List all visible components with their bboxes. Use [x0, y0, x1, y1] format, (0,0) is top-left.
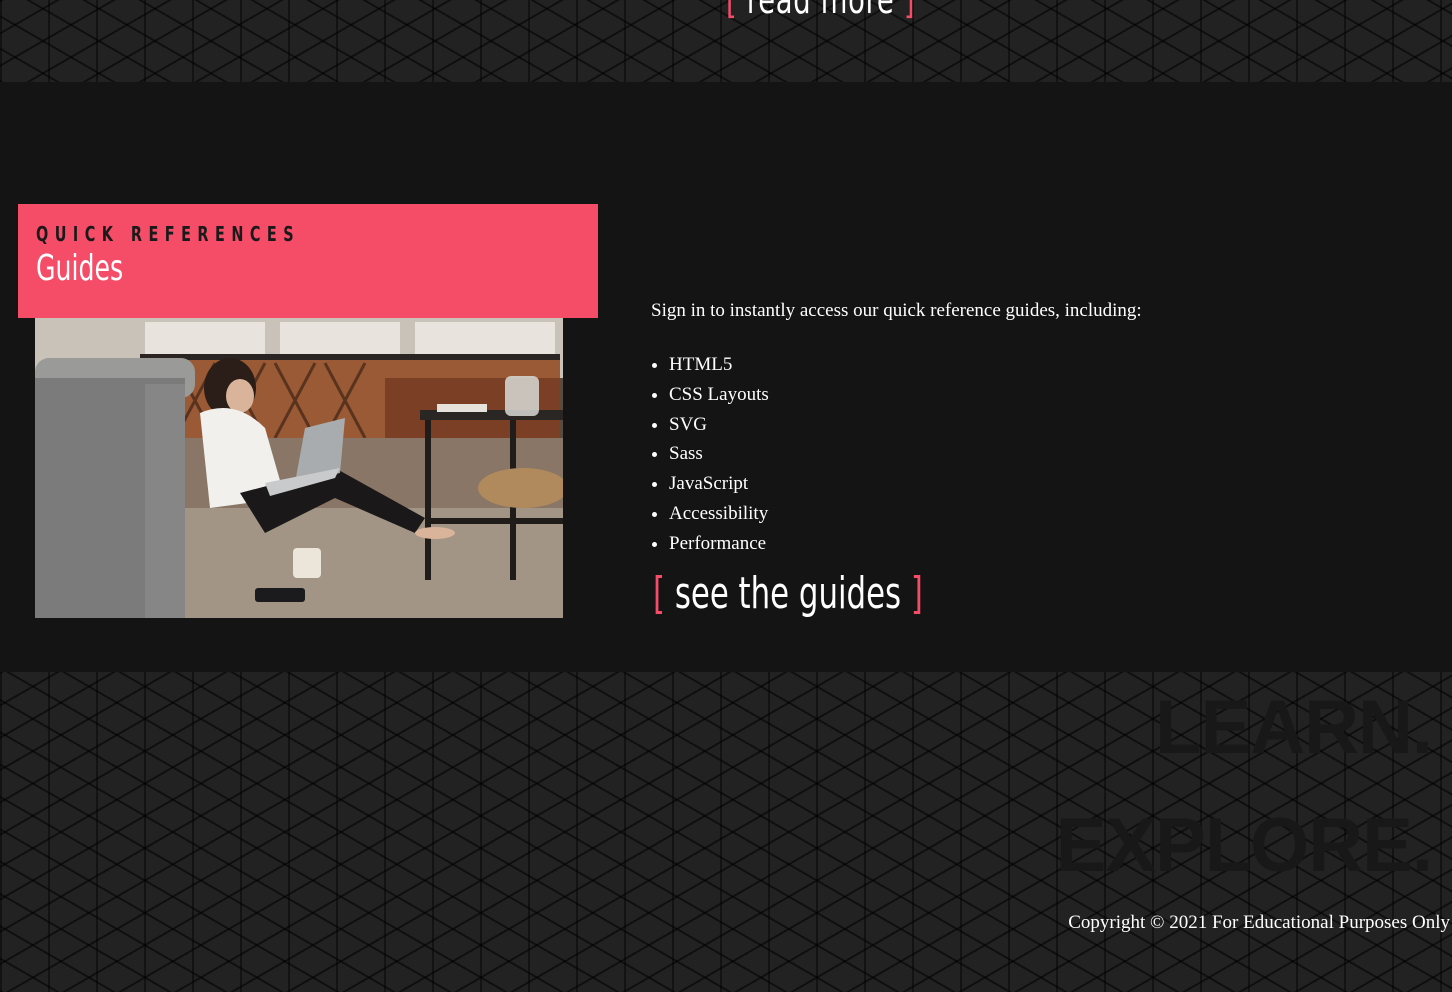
cta-bracket-open: [ [653, 568, 666, 619]
topic-item-html5: HTML5 [669, 350, 769, 380]
read-more-link[interactable]: [ read more ] [726, 0, 915, 22]
footer-tagline-learn: LEARN. [1155, 685, 1433, 770]
topic-item-javascript: JavaScript [669, 469, 769, 499]
copyright-text: Copyright © 2021 For Educational Purpose… [1068, 912, 1450, 933]
topic-item-svg: SVG [669, 410, 769, 440]
bracket-close: ] [903, 0, 916, 22]
bracket-open: [ [726, 0, 738, 22]
cta-bracket-close: ] [910, 568, 923, 619]
section-title: Guides [36, 248, 124, 289]
top-pattern-band: [ read more ] [0, 0, 1452, 82]
footer: LEARN. EXPLORE. Copyright © 2021 For Edu… [0, 672, 1452, 992]
topic-item-performance: Performance [669, 529, 769, 559]
guides-section: QUICK REFERENCES Guides Sign in to insta… [0, 82, 1452, 672]
see-the-guides-link[interactable]: [ see the guides ] [653, 568, 923, 619]
section-eyebrow: QUICK REFERENCES [36, 222, 301, 246]
footer-tagline-explore: EXPLORE. [1055, 803, 1433, 888]
topic-item-sass: Sass [669, 439, 769, 469]
guides-title-card: QUICK REFERENCES Guides [18, 204, 598, 318]
cta-label: see the guides [674, 568, 902, 619]
topic-list: HTML5 CSS Layouts SVG Sass JavaScript Ac… [651, 350, 769, 559]
guides-photo [35, 318, 563, 618]
topic-item-accessibility: Accessibility [669, 499, 769, 529]
topic-item-css-layouts: CSS Layouts [669, 380, 769, 410]
guides-intro: Sign in to instantly access our quick re… [651, 300, 1142, 321]
read-more-label: read more [746, 0, 895, 22]
photo-illustration [35, 318, 563, 618]
